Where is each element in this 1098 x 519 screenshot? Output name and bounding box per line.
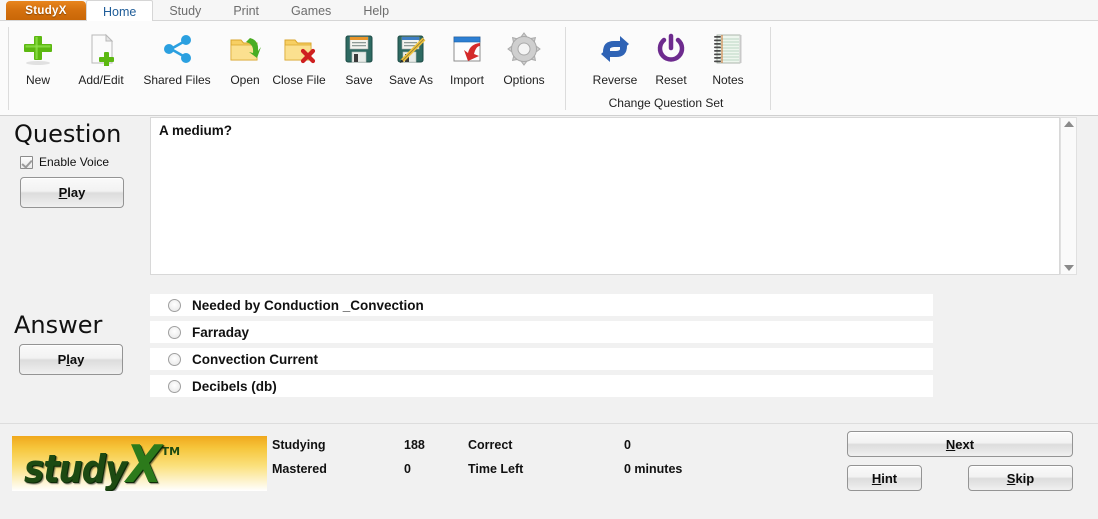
ribbon-label-add-edit: Add/Edit: [78, 73, 124, 87]
ribbon-label-import: Import: [449, 73, 484, 87]
stat-value-studying: 188: [404, 438, 425, 452]
notepad-icon: [705, 27, 751, 71]
stat-label-time-left: Time Left: [468, 462, 524, 476]
tab-print-label: Print: [233, 3, 260, 18]
hint-button[interactable]: Hint: [847, 465, 922, 491]
answer-radio-3[interactable]: [168, 352, 181, 366]
next-button[interactable]: Next: [847, 431, 1073, 457]
brand-label: StudyX: [25, 4, 67, 17]
ribbon-divider-right: [770, 27, 771, 110]
ribbon-label-new: New: [25, 73, 50, 87]
tab-study[interactable]: Study: [153, 0, 217, 21]
tab-home-label: Home: [103, 4, 137, 19]
stat-value-time-left: 0 minutes: [624, 462, 683, 476]
folder-close-icon: [276, 27, 322, 71]
ribbon-button-shared-files[interactable]: Shared Files: [142, 27, 212, 88]
question-text: A medium?: [159, 123, 233, 138]
share-nodes-icon: [154, 27, 200, 71]
hint-button-label: Hint: [871, 470, 898, 486]
next-button-label: Next: [945, 436, 975, 452]
answer-text-1: Needed by Conduction _Convection: [192, 297, 424, 313]
folder-open-icon: [222, 27, 268, 71]
stat-label-correct: Correct: [468, 438, 513, 452]
ribbon-label-shared-files: Shared Files: [143, 73, 211, 87]
skip-button-label: Skip: [1006, 470, 1035, 486]
answer-text-4: Decibels (db): [192, 378, 277, 394]
answer-text-3: Convection Current: [192, 351, 319, 367]
stat-value-mastered: 0: [404, 462, 411, 476]
logo-wordmark: studyX: [24, 436, 162, 491]
enable-voice-label: Enable Voice: [39, 155, 110, 169]
ribbon-label-notes: Notes: [712, 73, 744, 87]
ribbon-button-notes[interactable]: Notes: [693, 27, 763, 88]
ribbon-label-save: Save: [345, 73, 373, 87]
reverse-arrows-icon: [592, 27, 638, 71]
ribbon-label-reverse: Reverse: [592, 73, 638, 87]
gear-icon: [501, 27, 547, 71]
brand-tab-studyx[interactable]: StudyX: [6, 1, 86, 20]
ribbon-label-save-as: Save As: [388, 73, 434, 87]
question-play-button[interactable]: Play: [20, 177, 124, 208]
menu-tab-bar: StudyX Home Study Print Games Help: [0, 0, 1098, 22]
answer-play-button[interactable]: Play: [19, 344, 123, 375]
ribbon-label-reset: Reset: [655, 73, 687, 87]
document-add-icon: [78, 27, 124, 71]
bottom-divider: [0, 423, 1098, 424]
tab-study-label: Study: [169, 3, 202, 18]
enable-voice-checkbox-row[interactable]: Enable Voice: [20, 155, 109, 169]
stat-label-studying: Studying: [272, 438, 326, 452]
enable-voice-checkbox[interactable]: [20, 155, 33, 169]
ribbon-label-options: Options: [503, 73, 545, 87]
tab-help-label: Help: [363, 3, 390, 18]
scroll-up-icon[interactable]: [1063, 121, 1074, 127]
tab-home[interactable]: Home: [86, 0, 154, 22]
answer-row-1[interactable]: Needed by Conduction _Convection: [150, 294, 933, 316]
studyx-window: StudyX Home Study Print Games Help New A…: [0, 0, 1098, 519]
ribbon-button-add-edit[interactable]: Add/Edit: [66, 27, 136, 88]
ribbon-divider-group: [565, 27, 566, 110]
tab-games[interactable]: Games: [275, 0, 347, 21]
question-panel-title: Question: [14, 120, 122, 148]
answer-row-2[interactable]: Farraday: [150, 321, 933, 343]
stat-value-correct: 0: [624, 438, 631, 452]
question-display-box: [150, 117, 1060, 275]
answer-text-2: Farraday: [192, 324, 250, 340]
answer-panel-title: Answer: [14, 311, 103, 339]
ribbon-group-label-change-question-set: Change Question Set: [608, 96, 724, 110]
import-window-arrow-icon: [444, 27, 490, 71]
tab-help[interactable]: Help: [347, 0, 405, 21]
power-icon: [648, 27, 694, 71]
ribbon-toolbar: New Add/Edit Shared Files Open Close Fil…: [0, 21, 1098, 116]
answer-row-3[interactable]: Convection Current: [150, 348, 933, 370]
logo-x: X: [126, 436, 161, 491]
tab-print[interactable]: Print: [217, 0, 275, 21]
scroll-down-icon[interactable]: [1063, 265, 1074, 271]
answer-radio-4[interactable]: [168, 379, 181, 393]
answer-radio-1[interactable]: [168, 298, 181, 312]
answer-play-label: Play: [57, 352, 85, 367]
ribbon-button-options[interactable]: Options: [489, 27, 559, 88]
stat-label-mastered: Mastered: [272, 462, 327, 476]
ribbon-label-open: Open: [230, 73, 260, 87]
ribbon-label-close-file: Close File: [272, 73, 326, 87]
ribbon-button-new[interactable]: New: [3, 27, 73, 88]
plus-icon: [15, 27, 61, 71]
question-vertical-scrollbar[interactable]: [1060, 117, 1077, 275]
answer-row-4[interactable]: Decibels (db): [150, 375, 933, 397]
question-play-label: Play: [58, 185, 86, 200]
skip-button[interactable]: Skip: [968, 465, 1073, 491]
studyx-logo: studyX TM: [12, 436, 267, 491]
tab-games-label: Games: [291, 3, 332, 18]
floppy-disk-pencil-icon: [388, 27, 434, 71]
answer-radio-2[interactable]: [168, 325, 181, 339]
logo-trademark: TM: [161, 445, 181, 458]
